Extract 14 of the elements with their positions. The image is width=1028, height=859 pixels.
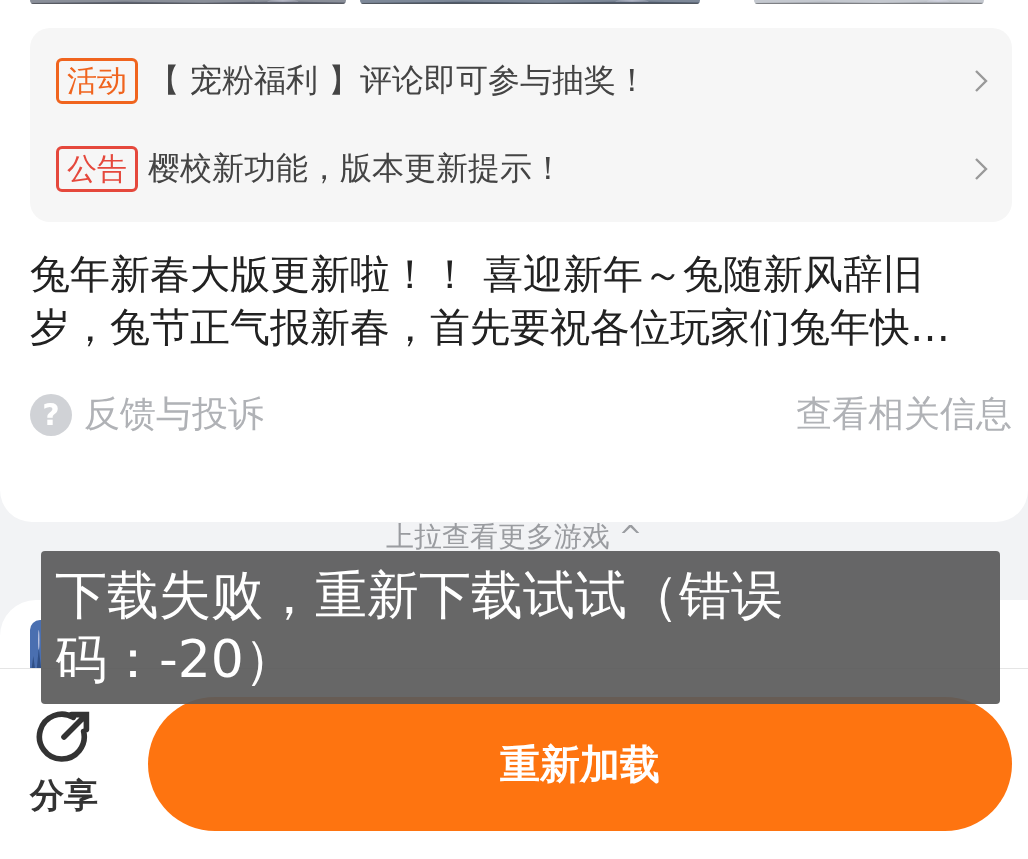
feedback-link[interactable]: 反馈与投诉: [84, 390, 264, 439]
notice-tag: 活动: [56, 58, 138, 104]
share-label[interactable]: 分享: [30, 773, 98, 819]
chevron-right-icon[interactable]: [974, 69, 988, 93]
notice-link[interactable]: 【 宠粉福利 】评论即可参与抽奖！: [148, 59, 974, 103]
share-icon[interactable]: [36, 709, 92, 765]
toast-message: 下载失败，重新下载试试（错误码：-20）: [55, 564, 784, 691]
notice-tag: 公告: [56, 146, 138, 192]
notice-link[interactable]: 樱校新功能，版本更新提示！: [148, 147, 974, 191]
pull-up-hint: 上拉查看更多游戏 ^: [384, 522, 644, 551]
chevron-right-icon[interactable]: [974, 157, 988, 181]
related-info-link[interactable]: 查看相关信息: [796, 390, 1012, 439]
help-icon[interactable]: ?: [30, 393, 72, 436]
description-text: 兔年新春大版更新啦！！ 喜迎新年～兔随新风辞旧岁，兔节正气报新春，首先要祝各位玩家们兔年快…: [30, 250, 951, 352]
